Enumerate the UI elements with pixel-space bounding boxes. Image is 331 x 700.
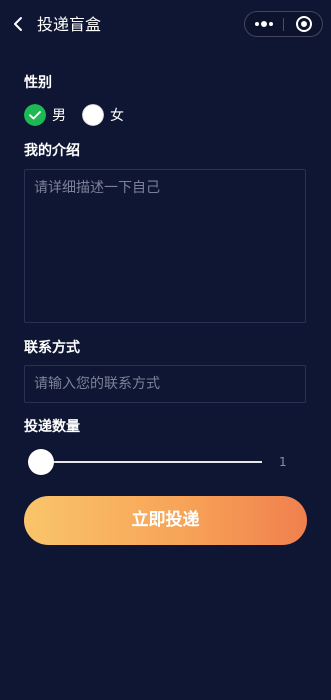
gender-option-female[interactable]: 女 [82,104,128,128]
mini-program-capsule [244,11,323,37]
contact-input[interactable]: 请输入您的联系方式 [24,365,306,403]
unchecked-radio-icon [82,104,104,126]
submit-button[interactable]: 立即投递 [24,496,307,545]
quantity-slider[interactable]: 1 [28,449,288,475]
slider-thumb[interactable] [28,449,54,475]
close-target-icon[interactable] [285,12,322,36]
gender-option-male[interactable]: 男 [24,104,70,128]
page-title: 投递盲盒 [37,15,102,34]
quantity-label: 投递数量 [24,419,80,435]
back-arrow-icon[interactable] [10,15,28,33]
gender-option-male-label: 男 [52,108,66,124]
contact-placeholder: 请输入您的联系方式 [34,376,160,392]
capsule-divider [283,18,284,31]
slider-value: 1 [279,455,287,469]
slider-track[interactable] [28,461,262,463]
gender-option-female-label: 女 [110,108,124,124]
contact-label: 联系方式 [24,340,80,356]
navigation-bar: 投递盲盒 [0,0,331,50]
checked-radio-icon [24,104,46,126]
more-menu-icon[interactable] [245,12,283,36]
intro-placeholder: 请详细描述一下自己 [34,180,160,196]
intro-textarea[interactable]: 请详细描述一下自己 [24,169,306,323]
gender-label: 性别 [24,75,52,91]
intro-label: 我的介绍 [24,143,80,159]
